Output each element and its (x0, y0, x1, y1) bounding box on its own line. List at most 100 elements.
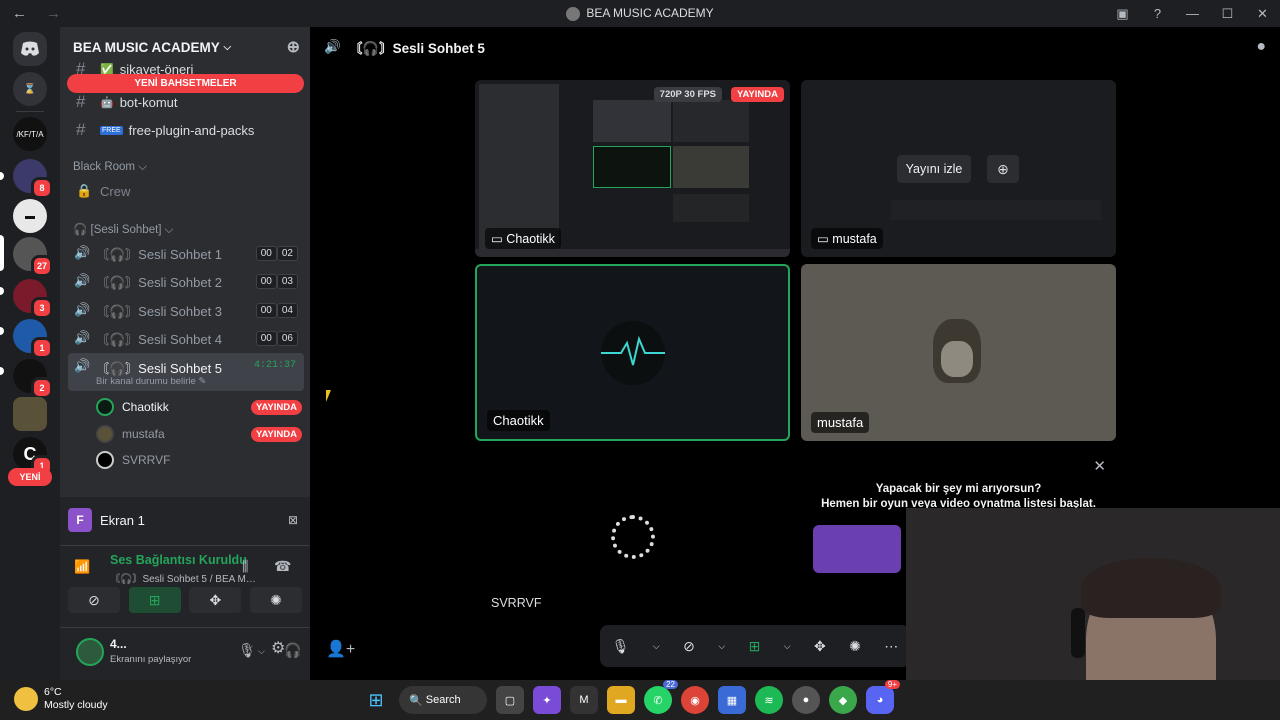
screen-share-icon[interactable]: ⊞ (749, 638, 761, 655)
avatar (96, 398, 114, 416)
task-view-icon[interactable]: ▢ (496, 686, 524, 714)
screen-share-preview[interactable]: F Ekran 1 ⊠ (68, 505, 302, 535)
windows-start-icon[interactable]: ⊞ (362, 686, 390, 714)
chat-bubble-icon[interactable]: ● (1256, 38, 1266, 56)
voice-member-mustafa[interactable]: mustafa YAYINDA (96, 422, 302, 446)
windows-taskbar: 6°C Mostly cloudy ⊞ 🔍 Search ▢ ✦ M ▬ ✆ 22 … (0, 680, 1280, 720)
server-icon-d[interactable]: 3 (13, 279, 53, 319)
search-box[interactable]: 🔍 Search (399, 686, 487, 714)
avatar (96, 425, 114, 443)
server-icon-b[interactable]: ▬ (13, 199, 47, 233)
user-name-label: SVRRVF (491, 596, 542, 610)
channel-free-plugin[interactable]: # FREE free-plugin-and-packs (68, 117, 304, 143)
channel-bot-komut[interactable]: # 🤖 bot-komut (68, 89, 304, 115)
more-options-icon[interactable]: ⋯ (884, 638, 898, 655)
screen-icon: ▭ (491, 232, 507, 246)
lock-icon: 🔒 (76, 183, 93, 198)
activity-card[interactable] (813, 525, 901, 573)
voice-channel-4[interactable]: 🔊 〘🎧〙Sesli Sohbet 4 00 06 (68, 325, 304, 351)
disconnect-icon[interactable]: ☎ (274, 558, 291, 575)
stream-tile-mustafa[interactable]: Yayını izle ⊕ ▭ mustafa (801, 80, 1116, 257)
inbox-icon[interactable]: ▣ (1105, 6, 1140, 22)
soundboard-icon[interactable]: ✺ (849, 638, 861, 655)
avatar (601, 321, 665, 385)
voice-member-chaotikk[interactable]: Chaotikk YAYINDA (96, 395, 302, 419)
user-name-label: Chaotikk (487, 410, 550, 431)
chevron-down-icon[interactable]: ⌵ (784, 641, 791, 652)
camera-off-button[interactable]: ⊘ (68, 587, 120, 613)
server-icon-a[interactable]: 8 (13, 159, 53, 199)
category-sesli-sohbet[interactable]: 🎧 [Sesli Sohbet] ⌵ (73, 222, 173, 237)
voice-channel-2[interactable]: 🔊 〘🎧〙Sesli Sohbet 2 00 03 (68, 268, 304, 294)
avatar[interactable] (76, 638, 104, 666)
microphone-icon[interactable]: 🎙 (612, 638, 630, 655)
server-icon-g[interactable] (13, 397, 47, 431)
camera-off-icon[interactable]: ⊘ (683, 638, 695, 655)
voice-member-svrrvf[interactable]: SVRRVF (96, 448, 302, 472)
user-tile-chaotikk[interactable]: Chaotikk (475, 264, 790, 441)
close-icon[interactable]: ✕ (1245, 6, 1280, 22)
stop-share-icon[interactable]: ⊠ (288, 513, 298, 527)
avatar (933, 319, 981, 383)
server-icon-kf[interactable]: /KF/T/A (13, 117, 47, 151)
activities-button[interactable]: ✥ (189, 587, 242, 613)
hourglass-icon[interactable]: ⌛ (13, 72, 47, 106)
chrome-icon[interactable]: ◉ (681, 686, 709, 714)
server-icon-f[interactable]: 2 (13, 359, 53, 399)
spotify-icon[interactable]: ≋ (755, 686, 783, 714)
speaker-icon: 🔊 (324, 39, 341, 54)
channel-status[interactable]: Bir kanal durumu belirle ✎ (96, 376, 206, 387)
chevron-down-icon[interactable]: ⌵ (653, 641, 660, 652)
maximize-icon[interactable]: ☐ (1210, 6, 1245, 22)
server-list: ⌛ /KF/T/A 8 ▬ 27 3 1 2 C1 YENİ (0, 27, 60, 680)
forward-button[interactable]: → (46, 5, 68, 22)
chevron-down-icon[interactable]: ⌵ (718, 641, 725, 652)
chevron-down-icon[interactable]: ⌵ (246, 641, 253, 652)
partly-cloudy-icon (14, 687, 38, 711)
channel-crew[interactable]: 🔒 Crew (68, 178, 304, 204)
user-tile-mustafa[interactable]: mustafa (801, 264, 1116, 441)
file-explorer-icon[interactable]: ▬ (607, 686, 635, 714)
invite-user-icon[interactable]: 👤+ (326, 639, 355, 659)
help-icon[interactable]: ? (1140, 6, 1175, 21)
stream-name-label: ▭ Chaotikk (485, 228, 561, 249)
server-icon-h[interactable]: C1 (13, 437, 53, 477)
activities-icon[interactable]: ✥ (814, 638, 826, 655)
headphones-icon[interactable]: 🎧 (284, 642, 301, 659)
voice-channel-5-active[interactable]: 🔊 〘🎧〙Sesli Sohbet 5 4:21:37 Bir kanal durum… (68, 353, 304, 391)
mouse-cursor (326, 390, 336, 402)
store-icon[interactable]: ▦ (718, 686, 746, 714)
call-controls: 🎙 ⌵ ⊘ ⌵ ⊞ ⌵ ✥ ✺ ⋯ (600, 625, 910, 667)
markdown-icon[interactable]: M (570, 686, 598, 714)
stream-tile-chaotikk[interactable]: 720P 30 FPS YAYINDA ▭ Chaotikk (475, 80, 790, 257)
category-black-room[interactable]: Black Room ⌵ (73, 161, 147, 174)
voice-channel-3[interactable]: 🔊 〘🎧〙Sesli Sohbet 3 00 04 (68, 297, 304, 323)
invite-people-icon[interactable]: ⊕ (287, 37, 300, 57)
whatsapp-icon[interactable]: ✆ 22 (644, 680, 678, 714)
weather-widget[interactable]: 6°C Mostly cloudy (14, 686, 108, 712)
chevron-down-icon[interactable]: ⌵ (258, 646, 265, 657)
close-icon[interactable]: ✕ (1093, 457, 1106, 475)
user-tile-svrrvf[interactable]: SVRRVF (475, 449, 790, 619)
server-icon-e[interactable]: 1 (13, 319, 53, 359)
copilot-icon[interactable]: ✦ (533, 686, 561, 714)
discord-home-icon[interactable] (13, 32, 47, 66)
user-settings-gear-icon[interactable]: ⚙ (271, 638, 285, 658)
minimize-icon[interactable]: — (1175, 6, 1210, 21)
title-bar: ← → BEA MUSIC ACADEMY ▣ ? — ☐ ✕ (0, 0, 1280, 27)
server-logo-icon (566, 6, 581, 21)
window-title: BEA MUSIC ACADEMY (0, 6, 1280, 21)
maps-icon[interactable]: ◆ (829, 686, 857, 714)
noise-suppression-icon[interactable]: ⫼ (242, 558, 248, 575)
new-messages-pill[interactable]: YENİ (8, 468, 52, 486)
back-button[interactable]: ← (12, 5, 34, 22)
record-icon[interactable]: ● (792, 686, 820, 714)
server-icon-c[interactable]: 27 (13, 237, 53, 277)
watch-stream-button[interactable]: Yayını izle (897, 155, 971, 183)
screen-share-button[interactable]: ⊞ (128, 587, 181, 613)
discord-taskbar-icon[interactable]: ◕ 9+ (866, 680, 900, 714)
soundboard-button[interactable]: ✺ (249, 587, 302, 613)
signal-icon[interactable]: 📶 (74, 559, 90, 575)
popout-icon[interactable]: ⊕ (987, 155, 1019, 183)
voice-channel-1[interactable]: 🔊 〘🎧〙Sesli Sohbet 1 00 02 (68, 240, 304, 266)
